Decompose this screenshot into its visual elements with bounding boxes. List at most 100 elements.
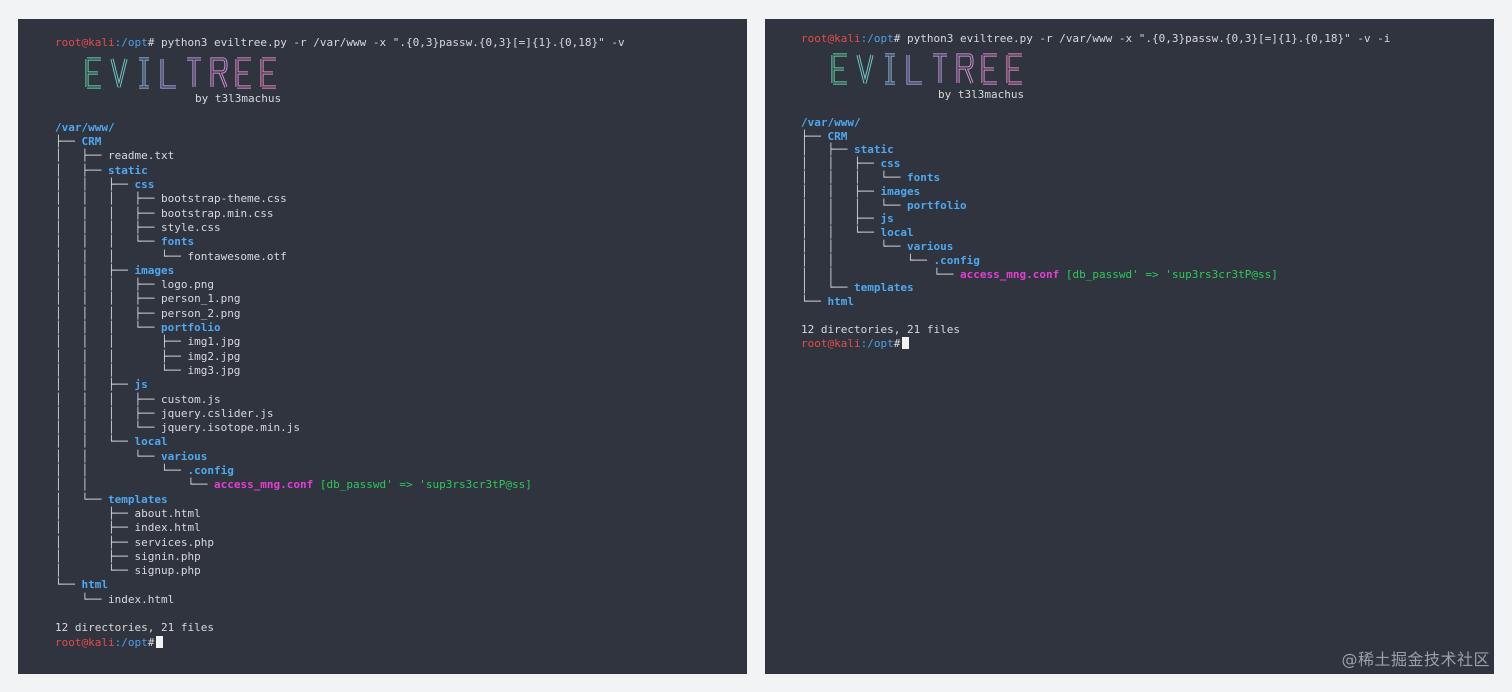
tree-file: jquery.cslider.js — [160, 406, 274, 420]
logo-letter — [210, 57, 228, 88]
tree-branch: │ │ │ ├── — [55, 392, 161, 406]
tree-branch: └── — [55, 592, 108, 606]
logo-letter — [933, 53, 947, 83]
tree-branch: │ │ │ ├── — [55, 192, 161, 206]
tree-branch: │ │ │ ├── — [55, 406, 161, 420]
tree-directory: fonts — [160, 235, 195, 249]
tree-branch: │ │ └── — [801, 226, 881, 240]
tree-entry: │ │ │ ├── person_2.png — [55, 307, 625, 321]
tree-branch: │ │ └── — [801, 253, 934, 267]
tree-file: bootstrap-theme.css — [160, 192, 287, 206]
tree-match-file: access_mng.conf — [959, 267, 1060, 281]
prompt-line[interactable]: root@kali:/opt# — [801, 336, 1390, 351]
tree-branch: │ │ │ └── — [55, 235, 161, 249]
tree-branch: │ │ └── — [55, 449, 161, 463]
logo-letter — [235, 57, 251, 89]
terminal-window-left[interactable]: root@kali:/opt# python3 eviltree.py -r /… — [18, 19, 747, 674]
terminal-output-right: root@kali:/opt# python3 eviltree.py -r /… — [801, 32, 1390, 350]
tree-directory: js — [134, 378, 148, 392]
tree-entry: │ │ │ ├── logo.png — [55, 278, 625, 292]
tree-entry: │ │ └── .config — [55, 464, 625, 478]
tree-directory: CRM — [81, 135, 102, 149]
terminal-window-right[interactable]: root@kali:/opt# python3 eviltree.py -r /… — [765, 19, 1494, 674]
tree-branch: │ │ │ └── — [55, 249, 188, 263]
tree-entry: ├── CRM — [801, 130, 1390, 144]
tree-file: index.html — [107, 592, 175, 606]
tree-entry: │ ├── services.php — [55, 536, 625, 550]
command-text: python3 eviltree.py -r /var/www -x ".{0,… — [154, 36, 625, 49]
logo-letter — [110, 58, 128, 88]
tree-file: person_2.png — [160, 306, 241, 320]
tree-directory: portfolio — [906, 198, 967, 212]
prompt-line[interactable]: root@kali:/opt# — [55, 635, 625, 650]
tree-entry: │ │ ├── css — [801, 157, 1390, 171]
eviltree-banner — [801, 46, 1390, 88]
tree-match-file: access_mng.conf — [213, 478, 314, 492]
tree-file: jquery.isotope.min.js — [160, 421, 301, 435]
tree-root: /var/www/ — [801, 115, 861, 129]
tree-entry: │ ├── about.html — [55, 507, 625, 521]
tree-branch: │ │ └── — [55, 478, 214, 492]
tree-entry: │ │ ├── images — [801, 185, 1390, 199]
tree-branch: │ │ └── — [801, 240, 907, 254]
logo-letter — [956, 53, 974, 84]
byline: by t3l3machus — [938, 87, 1025, 101]
tree-entry: │ ├── static — [55, 164, 625, 178]
tree-directory: css — [134, 178, 155, 192]
eviltree-logo — [831, 53, 1022, 85]
prompt-user-host: root@kali — [801, 32, 861, 45]
prompt-user-host: root@kali — [55, 36, 115, 49]
tree-directory: CRM — [827, 129, 848, 143]
tree-entry: │ │ └── .config — [801, 254, 1390, 268]
tree-branch: │ │ ├── — [55, 263, 135, 277]
tree-entry: │ │ └── various — [801, 240, 1390, 254]
tree-entry: │ ├── static — [801, 143, 1390, 157]
tree-file: logo.png — [160, 278, 214, 292]
tree-directory: templates — [107, 492, 168, 506]
tree-file: custom.js — [160, 392, 221, 406]
tree-entry: │ │ │ └── fontawesome.otf — [55, 250, 625, 264]
tree-directory: fonts — [906, 171, 941, 185]
summary-line: 12 directories, 21 files — [801, 322, 960, 336]
tree-entry: │ │ │ ├── custom.js — [55, 393, 625, 407]
command-text: python3 eviltree.py -r /var/www -x ".{0,… — [900, 32, 1391, 45]
tree-file: img2.jpg — [187, 349, 241, 363]
tree-branch: │ └── — [801, 281, 854, 295]
logo-letter — [981, 53, 997, 85]
tree-file: fontawesome.otf — [187, 249, 287, 263]
tree-directory: local — [134, 435, 168, 449]
tree-directory: html — [81, 578, 109, 592]
logo-letter — [831, 53, 847, 85]
tree-branch: └── — [801, 295, 828, 309]
tree-root: /var/www/ — [55, 120, 115, 134]
tree-branch: │ │ │ └── — [801, 198, 907, 212]
tree-file: services.php — [134, 535, 214, 549]
tree-directory: .config — [187, 464, 234, 478]
tree-branch: │ ├── — [801, 143, 854, 157]
command-line: root@kali:/opt# python3 eviltree.py -r /… — [801, 32, 1390, 46]
tree-branch: │ ├── — [55, 149, 108, 163]
tree-branch: │ │ │ ├── — [55, 220, 161, 234]
tree-entry: │ ├── readme.txt — [55, 149, 625, 163]
tree-entry: │ │ │ └── jquery.isotope.min.js — [55, 421, 625, 435]
logo-letter — [85, 57, 101, 89]
logo-letter — [1006, 53, 1022, 85]
terminal-cursor — [902, 336, 910, 349]
logo-letter — [260, 57, 276, 89]
tree-branch: │ │ │ ├── — [55, 335, 188, 349]
tree-entry: └── html — [801, 295, 1390, 309]
tree-directory: local — [880, 226, 914, 240]
eviltree-logo — [85, 57, 276, 89]
tree-match-detail: [db_passwd' => 'sup3rs3cr3tP@ss] — [1059, 267, 1278, 281]
tree-branch: │ │ │ └── — [55, 421, 161, 435]
logo-letter — [187, 57, 201, 88]
tree-branch: │ │ │ ├── — [55, 292, 161, 306]
tree-entry: │ │ ├── js — [55, 378, 625, 392]
terminal-output-left: root@kali:/opt# python3 eviltree.py -r /… — [55, 36, 625, 650]
tree-directory: various — [160, 449, 208, 463]
tree-entry: │ │ │ ├── img1.jpg — [55, 335, 625, 349]
tree-branch: │ │ │ └── — [55, 363, 188, 377]
tree-branch: │ ├── — [55, 549, 135, 563]
logo-letter — [885, 53, 895, 85]
tree-directory: html — [827, 295, 855, 309]
